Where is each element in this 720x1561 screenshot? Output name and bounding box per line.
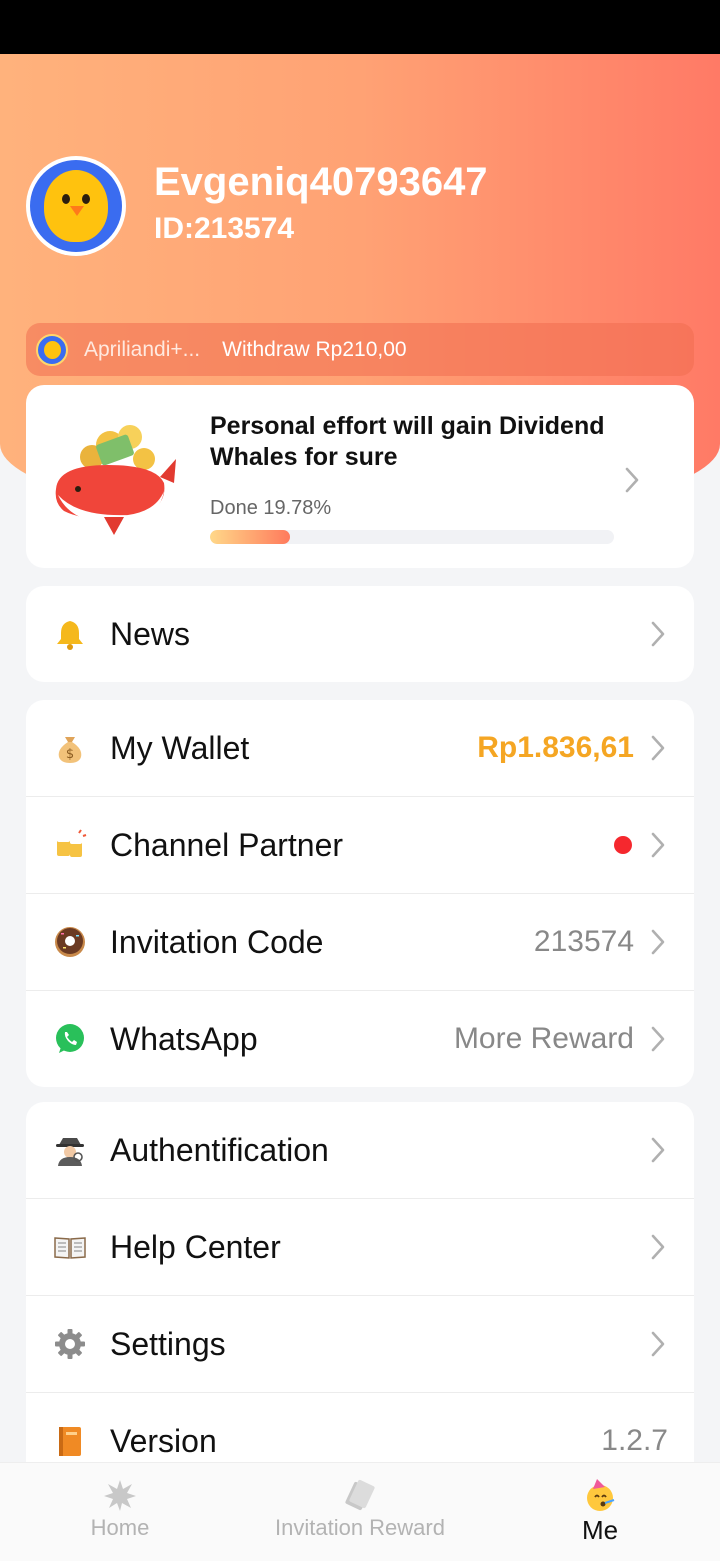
menu-item-invitation-code[interactable]: Invitation Code 213574: [26, 894, 694, 991]
bell-icon: [52, 616, 88, 652]
menu-item-label: Help Center: [110, 1228, 281, 1265]
wallet-balance: Rp1.836,61: [477, 731, 634, 764]
gear-icon: [52, 1326, 88, 1362]
withdraw-ticker: Apriliandi+... Withdraw Rp210,00: [26, 323, 694, 376]
goal-progress-bar: [210, 530, 614, 544]
menu-item-settings[interactable]: Settings: [26, 1296, 694, 1393]
goal-title: Personal effort will gain Dividend Whale…: [210, 412, 605, 471]
menu-item-news[interactable]: News: [26, 586, 694, 682]
money-bag-icon: $: [52, 730, 88, 766]
menu-item-label: My Wallet: [110, 729, 250, 766]
user-id: ID:213574: [154, 212, 295, 245]
chevron-right-icon: [651, 1234, 665, 1260]
orange-book-icon: [52, 1423, 88, 1459]
news-card: News: [26, 586, 694, 682]
party-face-icon: [582, 1477, 618, 1513]
tab-label: Me: [581, 1515, 619, 1545]
chevron-right-icon: [651, 1026, 665, 1052]
chevron-right-icon: [651, 735, 665, 761]
tab-label: Home: [90, 1515, 150, 1540]
donut-icon: [52, 924, 88, 960]
cash-bills-icon: [342, 1477, 378, 1513]
star-burst-icon: [102, 1477, 138, 1513]
chevron-right-icon: [651, 929, 665, 955]
dividend-goal-card[interactable]: Personal effort will gain Dividend Whale…: [26, 385, 694, 568]
tab-me[interactable]: Me: [480, 1463, 720, 1561]
detective-icon: [52, 1132, 88, 1168]
avatar[interactable]: [26, 156, 126, 256]
menu-item-label: WhatsApp: [110, 1020, 258, 1057]
chevron-right-icon: [651, 621, 665, 647]
menu-item-label: Invitation Code: [110, 923, 324, 960]
version-value: 1.2.7: [601, 1424, 668, 1457]
wallet-menu-card: $ My Wallet Rp1.836,61 Channel Partner I…: [26, 700, 694, 1087]
status-bar: [0, 0, 720, 54]
tab-invitation-reward[interactable]: Invitation Reward: [240, 1463, 480, 1561]
chevron-right-icon: [651, 832, 665, 858]
menu-item-label: Version: [110, 1422, 217, 1459]
menu-item-label: Channel Partner: [110, 826, 344, 863]
menu-item-my-wallet[interactable]: $ My Wallet Rp1.836,61: [26, 700, 694, 797]
notification-dot: [614, 836, 632, 854]
whale-coins-icon: [55, 425, 176, 535]
goal-progress-label: Done 19.78%: [210, 497, 332, 519]
menu-item-help-center[interactable]: Help Center: [26, 1199, 694, 1296]
bottom-tab-bar: Home Invitation Reward Me: [0, 1462, 720, 1561]
menu-item-whatsapp[interactable]: WhatsApp More Reward: [26, 991, 694, 1087]
goal-progress-fill: [210, 530, 290, 544]
chevron-right-icon: [651, 1137, 665, 1163]
settings-menu-card: Authentification Help Center Settings Ve…: [26, 1102, 694, 1489]
menu-item-label: Authentification: [110, 1131, 329, 1168]
chevron-right-icon: [651, 1331, 665, 1357]
tab-label: Invitation Reward: [275, 1515, 445, 1540]
tab-home[interactable]: Home: [0, 1463, 240, 1561]
menu-item-label: Settings: [110, 1325, 226, 1362]
whatsapp-value: More Reward: [453, 1022, 634, 1055]
beer-mugs-icon: [52, 827, 88, 863]
chick-avatar-icon: [30, 160, 122, 252]
chevron-right-icon: [625, 467, 639, 493]
ticker-message: Withdraw Rp210,00: [222, 337, 407, 361]
invitation-code-value: 213574: [533, 925, 634, 958]
ticker-avatar-icon: [36, 333, 68, 366]
open-book-icon: [52, 1229, 88, 1265]
whatsapp-icon: [52, 1021, 88, 1057]
menu-item-channel-partner[interactable]: Channel Partner: [26, 797, 694, 894]
ticker-user-name: Apriliandi+...: [84, 337, 201, 361]
menu-item-authentification[interactable]: Authentification: [26, 1102, 694, 1199]
svg-text:$: $: [66, 747, 74, 762]
menu-item-label: News: [110, 615, 191, 652]
username: Evgeniq40793647: [154, 160, 488, 204]
